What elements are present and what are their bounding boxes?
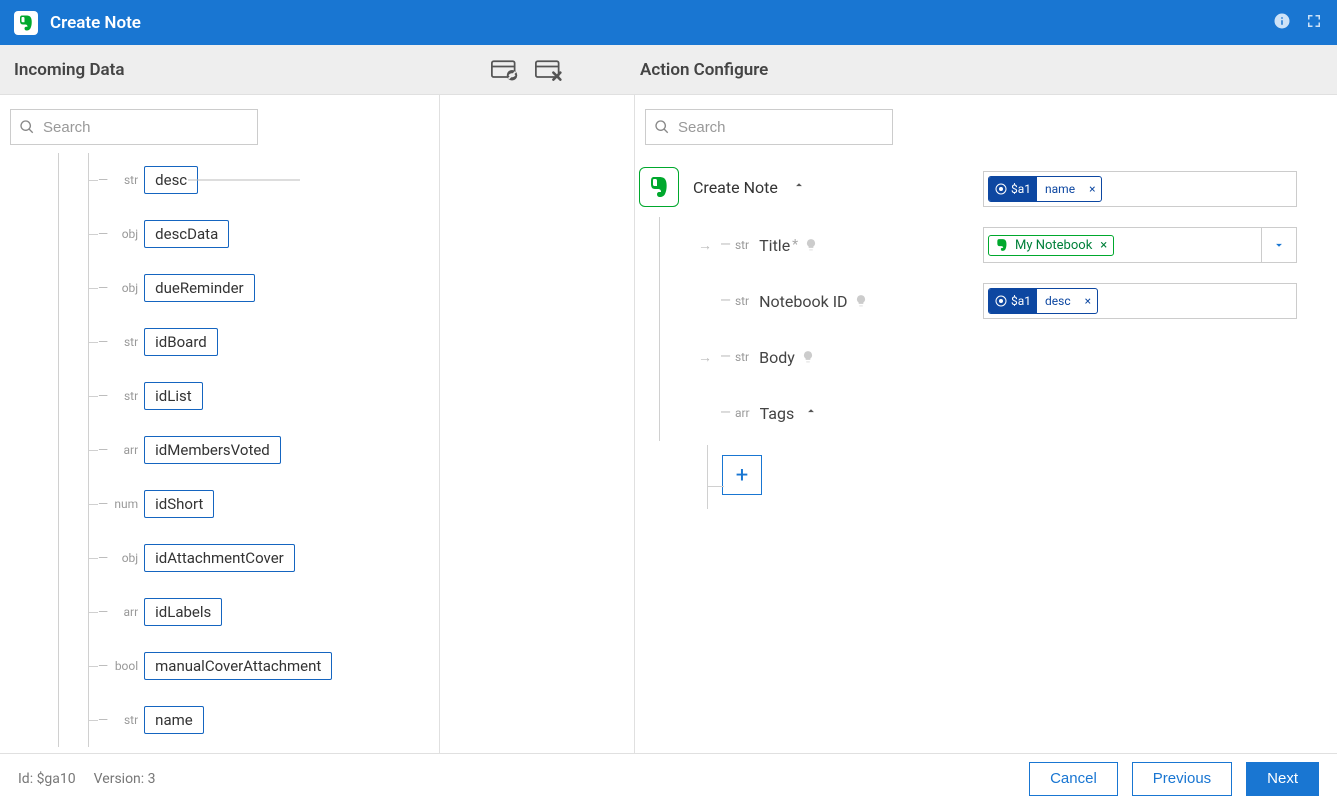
title-value[interactable]: $a1 name × [983,171,1297,207]
field-idshort[interactable]: —numidShort [58,477,439,531]
search-icon [654,119,670,135]
configure-search[interactable] [645,109,893,145]
field-idlabels[interactable]: —arridLabels [58,585,439,639]
configure-pane: Create Note →— str Title * →— str Notebo [635,95,1337,753]
chevron-up-icon[interactable] [792,178,806,196]
field-idlist[interactable]: —stridList [58,369,439,423]
action-configure-heading: Action Configure [440,60,1337,80]
field-descdata[interactable]: —objdescData [58,207,439,261]
footer-version: Version: 3 [94,771,156,787]
evernote-app-icon [14,11,38,35]
remove-token-icon[interactable]: × [1083,182,1101,196]
required-marker: * [792,237,798,253]
next-button[interactable]: Next [1246,762,1319,796]
body-token[interactable]: $a1 desc × [988,288,1098,314]
field-idmembersvoted[interactable]: —arridMembersVoted [58,423,439,477]
action-name: Create Note [693,178,778,197]
field-name[interactable]: —strname [58,693,439,747]
clear-mapping-icon[interactable] [534,55,564,85]
notebook-dropdown[interactable] [1261,227,1297,263]
hint-icon[interactable] [804,238,818,252]
body-value[interactable]: $a1 desc × [983,283,1297,319]
incoming-tree: —strdesc —objdescData —objdueReminder —s… [0,153,439,747]
hide-mapping-icon[interactable] [490,55,520,85]
previous-button[interactable]: Previous [1132,762,1232,796]
main: —strdesc —objdescData —objdueReminder —s… [0,95,1337,753]
notebook-value[interactable]: My Notebook × [983,227,1297,263]
incoming-pane: —strdesc —objdescData —objdueReminder —s… [0,95,440,753]
window: Create Note Incoming Data Action Configu… [0,0,1337,803]
notebook-token[interactable]: My Notebook × [988,235,1114,256]
hint-icon[interactable] [801,350,815,364]
connector-pane [440,95,635,753]
remove-token-icon[interactable]: × [1079,294,1097,308]
hint-icon[interactable] [854,294,868,308]
config-field-tags[interactable]: →— arr Tags [660,385,1337,441]
info-icon[interactable] [1273,12,1291,34]
incoming-data-heading: Incoming Data [0,60,440,80]
section-header: Incoming Data Action Configure [0,45,1337,95]
field-idboard[interactable]: —stridBoard [58,315,439,369]
chevron-up-icon[interactable] [804,404,818,422]
footer-id: Id: $ga10 [18,771,76,787]
evernote-action-icon [639,167,679,207]
config-field-body[interactable]: →— str Body [660,329,1337,385]
configure-search-input[interactable] [678,119,884,136]
field-duereminder[interactable]: —objdueReminder [58,261,439,315]
field-idattachmentcover[interactable]: —objidAttachmentCover [58,531,439,585]
cancel-button[interactable]: Cancel [1029,762,1118,796]
expand-icon[interactable] [1305,12,1323,34]
remove-token-icon[interactable]: × [1100,238,1107,253]
incoming-search[interactable] [10,109,258,145]
title-token[interactable]: $a1 name × [988,176,1102,202]
tags-sublist: + [707,445,1337,509]
window-title: Create Note [50,13,1273,33]
field-manualcoverattachment[interactable]: —boolmanualCoverAttachment [58,639,439,693]
search-icon [19,119,35,135]
add-tag-button[interactable]: + [722,455,762,495]
footer: Id: $ga10 Version: 3 Cancel Previous Nex… [0,753,1337,803]
titlebar: Create Note [0,0,1337,45]
field-desc[interactable]: —strdesc [58,153,439,207]
value-column: $a1 name × My Notebook × [983,171,1297,319]
incoming-search-input[interactable] [43,119,249,136]
